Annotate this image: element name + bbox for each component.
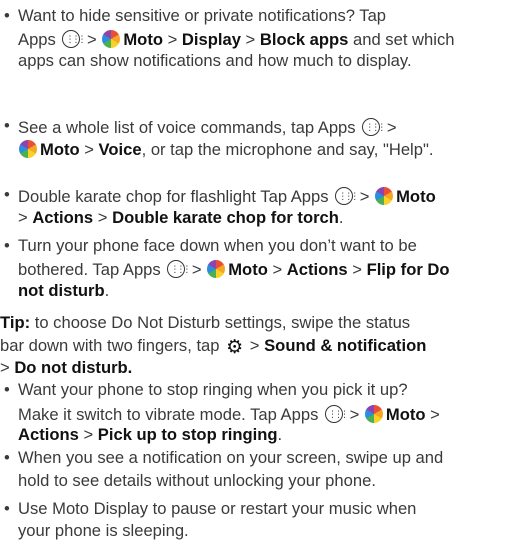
text-segment: Apps <box>18 30 61 50</box>
text-segment: > <box>240 30 260 50</box>
text-segment: . <box>338 207 344 227</box>
text-segment: > <box>79 140 99 160</box>
apps-icon <box>335 185 356 208</box>
bold-text: Flip for Do <box>366 260 450 280</box>
bold-text: Double karate chop for torch <box>112 207 339 227</box>
text-line: Want to hide sensitive or private notifi… <box>18 5 506 28</box>
text-segment: Make it switch to vibrate mode. Tap Apps <box>18 404 323 424</box>
text-line: apps can show notifications and how much… <box>18 50 506 73</box>
text-line: Want your phone to stop ringing when you… <box>18 379 506 402</box>
bold-text: Pick up to stop ringing <box>97 425 278 445</box>
hide-notifications-tip: Want to hide sensitive or private notifi… <box>0 5 506 73</box>
bold-text: Moto <box>40 140 80 160</box>
bold-text: Display <box>181 30 241 50</box>
text-line: > Do not disturb. <box>0 357 506 380</box>
flip-dnd-tip: Turn your phone face down when you don’t… <box>0 235 506 303</box>
text-line: Moto > Voice, or tap the microphone and … <box>18 137 506 160</box>
text-segment: your phone is sleeping. <box>18 521 189 541</box>
text-segment: > <box>78 425 98 445</box>
bold-text: Actions <box>286 260 348 280</box>
apps-icon <box>62 28 83 51</box>
text-segment: > <box>187 260 207 280</box>
bold-text: Moto <box>123 30 163 50</box>
bold-text: Do not disturb. <box>14 358 133 378</box>
help-page: Want to hide sensitive or private notifi… <box>0 0 506 540</box>
text-line: When you see a notification on your scre… <box>18 447 506 470</box>
text-segment: , or tap the microphone and say, "Help". <box>141 140 434 160</box>
moto-icon <box>364 404 383 423</box>
text-line: > Actions > Double karate chop for torch… <box>18 207 506 230</box>
text-segment: Want your phone to stop ringing when you… <box>18 380 408 400</box>
moto-icon <box>207 260 226 279</box>
text-line: Make it switch to vibrate mode. Tap Apps… <box>18 402 506 426</box>
text-segment: > <box>245 335 265 355</box>
text-line: hold to see details without unlocking yo… <box>18 470 506 493</box>
text-segment: hold to see details without unlocking yo… <box>18 470 376 490</box>
bold-text: Actions <box>32 207 94 227</box>
text-line: Use Moto Display to pause or restart you… <box>18 498 506 521</box>
text-segment: > <box>82 30 102 50</box>
text-segment: Turn your phone face down when you don’t… <box>18 235 417 255</box>
bold-text: Moto <box>228 260 268 280</box>
text-line: Double karate chop for flashlight Tap Ap… <box>18 184 506 208</box>
text-segment: > <box>382 117 397 137</box>
apps-icon <box>362 116 383 138</box>
text-segment: > <box>162 30 182 50</box>
text-segment: Double karate chop for flashlight Tap Ap… <box>18 187 334 207</box>
text-line: Actions > Pick up to stop ringing. <box>18 424 506 447</box>
bold-text: Voice <box>98 140 142 160</box>
bold-text: Tip: <box>0 313 31 333</box>
apps-icon <box>167 258 188 281</box>
bold-text: Moto <box>396 187 436 207</box>
bold-text: not disturb <box>18 280 105 300</box>
text-segment: > <box>18 207 33 227</box>
apps-icon <box>324 403 346 425</box>
text-segment: > <box>93 207 113 227</box>
text-segment: See a whole list of voice commands, tap … <box>18 117 361 137</box>
bold-text: Sound & notification <box>264 335 427 355</box>
text-segment: bothered. Tap Apps <box>18 260 166 280</box>
text-segment: > <box>267 260 287 280</box>
text-segment: and set which <box>348 30 455 50</box>
text-segment: . <box>104 280 110 300</box>
dnd-settings-tip: Tip: to choose Do Not Disturb settings, … <box>0 312 506 380</box>
gear-icon: ⚙ <box>226 336 244 358</box>
moto-icon <box>19 140 37 159</box>
text-segment: > <box>347 260 367 280</box>
text-line: bar down with two fingers, tap ⚙ > Sound… <box>0 335 506 358</box>
text-segment: apps can show notifications and how much… <box>18 50 412 70</box>
text-segment: . <box>277 425 283 445</box>
text-line: See a whole list of voice commands, tap … <box>18 115 506 139</box>
text-segment: > <box>344 404 364 424</box>
text-line: your phone is sleeping. <box>18 520 506 543</box>
bold-text: Block apps <box>259 30 349 50</box>
pick-up-ringing-tip: Want your phone to stop ringing when you… <box>0 379 506 447</box>
text-segment: > <box>425 404 440 424</box>
moto-icon <box>375 187 394 206</box>
text-line: not disturb. <box>18 280 506 303</box>
text-segment: When you see a notification on your scre… <box>18 448 444 468</box>
karate-chop-tip: Double karate chop for flashlight Tap Ap… <box>0 184 506 229</box>
text-line: Apps > Moto > Display > Block apps and s… <box>18 27 506 51</box>
text-line: Tip: to choose Do Not Disturb settings, … <box>0 312 506 335</box>
voice-commands-tip: See a whole list of voice commands, tap … <box>0 115 506 160</box>
text-segment: to choose Do Not Disturb settings, swipe… <box>30 313 411 333</box>
text-segment: > <box>355 187 375 207</box>
text-segment: Use Moto Display to pause or restart you… <box>18 498 417 518</box>
bold-text: Moto <box>385 404 426 424</box>
text-line: Turn your phone face down when you don’t… <box>18 235 506 258</box>
notification-details-tip: When you see a notification on your scre… <box>0 447 506 492</box>
bold-text: Actions <box>18 425 79 445</box>
moto-icon <box>102 30 121 49</box>
text-segment: bar down with two fingers, tap <box>0 335 225 355</box>
moto-display-music-tip: Use Moto Display to pause or restart you… <box>0 498 506 543</box>
text-segment: > <box>0 358 15 378</box>
text-line: bothered. Tap Apps > Moto > Actions > Fl… <box>18 257 506 281</box>
text-segment: Want to hide sensitive or private notifi… <box>18 5 387 25</box>
